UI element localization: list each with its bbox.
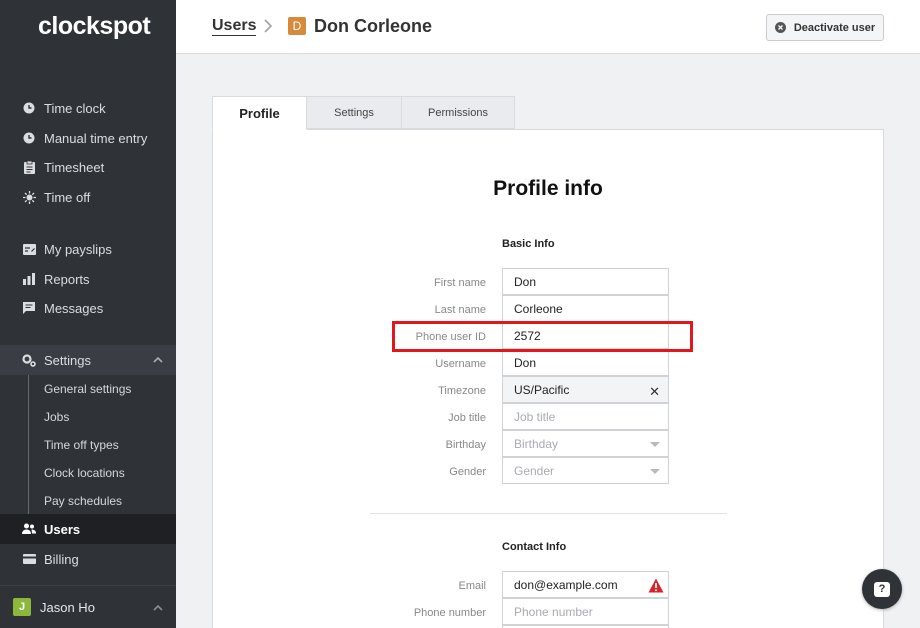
- sidebar-item-timesheet[interactable]: Timesheet: [0, 152, 176, 182]
- sidebar-item-users[interactable]: Users: [0, 514, 176, 544]
- breadcrumb-users[interactable]: Users: [212, 18, 257, 36]
- birthday-select[interactable]: Birthday: [502, 430, 669, 457]
- username-label: Username: [435, 358, 486, 370]
- users-icon: [22, 522, 36, 536]
- sidebar-item-label: Time clock: [44, 100, 106, 116]
- sun-icon: [22, 190, 36, 204]
- tab-permissions[interactable]: Permissions: [401, 96, 515, 129]
- sidebar-item-label: Timesheet: [44, 159, 105, 175]
- username-field[interactable]: Don: [502, 349, 669, 376]
- avatar: J: [13, 598, 31, 616]
- help-button[interactable]: ?: [862, 569, 902, 609]
- email-label: Email: [458, 580, 486, 592]
- chevron-up-icon: [153, 604, 163, 611]
- app-logo[interactable]: clockspot: [38, 12, 151, 41]
- sidebar-item-label: My payslips: [44, 241, 112, 257]
- credit-card-icon: [22, 552, 36, 566]
- sidebar-item-label: Messages: [44, 300, 104, 316]
- clipboard-icon: [22, 160, 36, 174]
- sidebar-item-billing[interactable]: Billing: [0, 544, 176, 574]
- chevron-up-icon[interactable]: [152, 354, 164, 366]
- phone-number-field[interactable]: Phone number: [502, 598, 669, 625]
- birthday-placeholder: Birthday: [514, 436, 559, 451]
- section-divider: [370, 513, 727, 514]
- bar-chart-icon: [22, 272, 36, 286]
- first-name-label: First name: [434, 277, 486, 289]
- last-name-label: Last name: [434, 304, 486, 316]
- sidebar-item-label: Manual time entry: [44, 130, 148, 146]
- clear-icon[interactable]: ✕: [649, 384, 660, 400]
- email-value: don@example.com: [514, 577, 618, 592]
- gender-select[interactable]: Gender: [502, 457, 669, 484]
- sidebar: clockspot Time clock Manual time entry T…: [0, 0, 176, 628]
- sidebar-item-label: Reports: [44, 271, 90, 287]
- timezone-label: Timezone: [438, 385, 486, 397]
- sidebar-item-time-clock[interactable]: Time clock: [0, 93, 176, 123]
- timezone-select[interactable]: US/Pacific ✕: [502, 376, 669, 403]
- timezone-value: US/Pacific: [514, 382, 570, 397]
- last-name-field[interactable]: Corleone: [502, 295, 669, 322]
- contact-info-title: Contact Info: [502, 541, 567, 553]
- current-user-menu[interactable]: J Jason Ho: [0, 585, 176, 628]
- gender-label: Gender: [449, 466, 486, 478]
- close-circle-icon: [774, 22, 786, 33]
- page-header: Users D Don Corleone Deactivate user: [176, 0, 920, 54]
- page-title: Don Corleone: [314, 16, 433, 36]
- sidebar-subitem-general-settings[interactable]: General settings: [28, 375, 176, 403]
- email-field[interactable]: don@example.com: [502, 571, 669, 598]
- sidebar-item-time-off[interactable]: Time off: [0, 182, 176, 212]
- chevron-right-icon: [264, 19, 273, 33]
- profile-info-title: Profile info: [493, 177, 603, 200]
- avatar: D: [288, 17, 306, 35]
- gender-placeholder: Gender: [514, 463, 555, 478]
- sidebar-item-label: Settings: [44, 352, 91, 368]
- caret-down-icon: [650, 469, 660, 474]
- sidebar-item-label: Time off: [44, 189, 91, 205]
- sidebar-item-label: Billing: [44, 551, 79, 567]
- birthday-label: Birthday: [445, 439, 486, 451]
- payslip-icon: [22, 242, 36, 256]
- tab-profile[interactable]: Profile: [212, 96, 307, 130]
- basic-info-title: Basic Info: [502, 238, 555, 250]
- sidebar-item-messages[interactable]: Messages: [0, 293, 176, 323]
- job-title-label: Job title: [448, 412, 486, 424]
- caret-down-icon: [650, 442, 660, 447]
- deactivate-user-label: Deactivate user: [793, 21, 876, 34]
- sidebar-subitem-jobs[interactable]: Jobs: [28, 403, 176, 431]
- sidebar-subitem-clock-locations[interactable]: Clock locations: [28, 459, 176, 487]
- job-title-field[interactable]: Job title: [502, 403, 669, 430]
- current-user-name: Jason Ho: [40, 599, 95, 615]
- sidebar-item-manual-time-entry[interactable]: Manual time entry: [0, 123, 176, 153]
- sidebar-item-label: Users: [44, 521, 81, 537]
- gears-icon: [22, 353, 36, 367]
- tab-settings[interactable]: Settings: [306, 96, 402, 129]
- warning-icon: [648, 578, 664, 593]
- sidebar-subitem-pay-schedules[interactable]: Pay schedules: [28, 487, 176, 515]
- sidebar-subitem-time-off-types[interactable]: Time off types: [28, 431, 176, 459]
- message-icon: [22, 301, 36, 315]
- sidebar-item-settings[interactable]: Settings: [0, 345, 176, 375]
- sidebar-item-my-payslips[interactable]: My payslips: [0, 234, 176, 264]
- clock-icon: [22, 131, 36, 145]
- first-name-field[interactable]: Don: [502, 268, 669, 295]
- clock-icon: [22, 101, 36, 115]
- sidebar-item-reports[interactable]: Reports: [0, 264, 176, 294]
- help-icon: ?: [874, 581, 890, 597]
- highlight-box: [392, 321, 693, 352]
- phone-number-label: Phone number: [413, 607, 486, 619]
- deactivate-user-button[interactable]: Deactivate user: [766, 14, 884, 41]
